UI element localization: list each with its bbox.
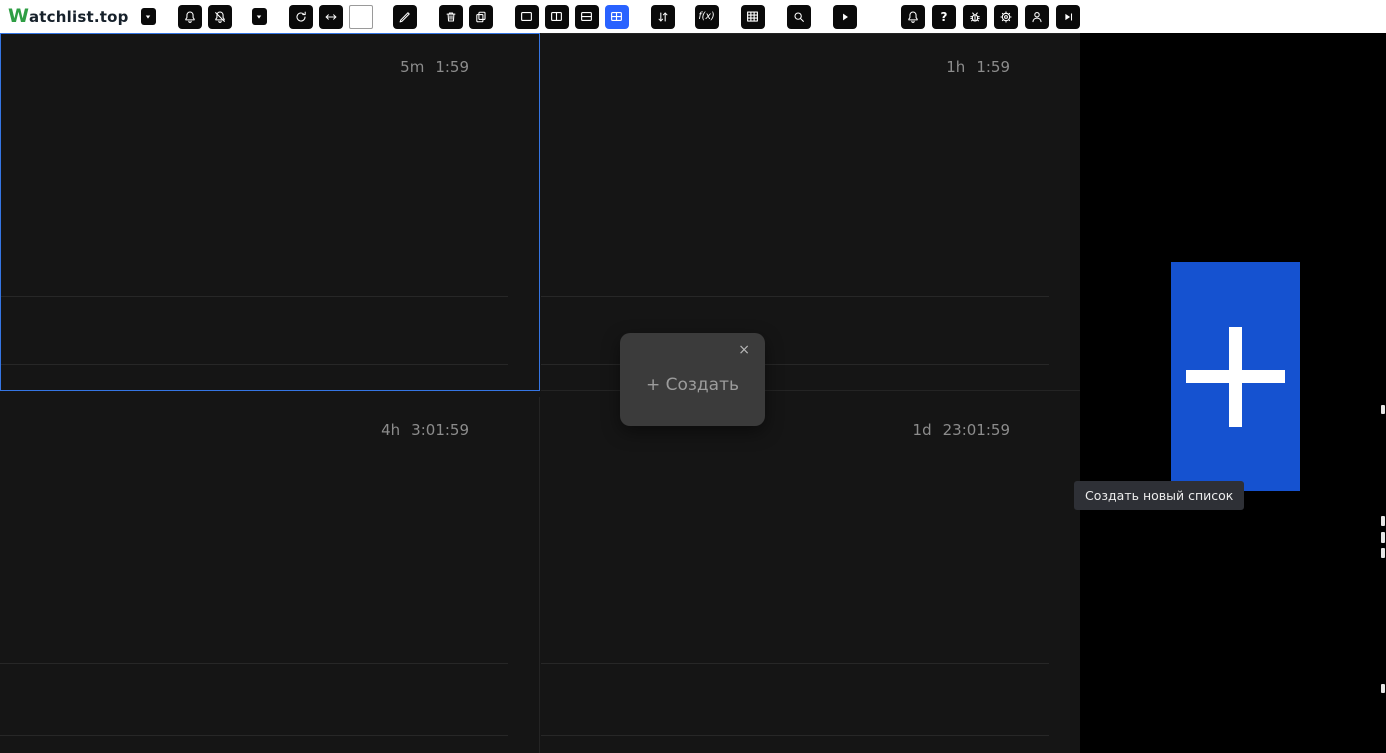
indicators-button[interactable]: f(x) [695, 5, 719, 29]
sort-button[interactable] [651, 5, 675, 29]
clipped-edge-text [1381, 684, 1385, 693]
alerts-off-button[interactable] [208, 5, 232, 29]
chart-pane-4h[interactable]: 4h 3:01:59 [0, 397, 540, 753]
screener-table-button[interactable] [741, 5, 765, 29]
pane-timeframe: 1d [913, 421, 932, 439]
bell-icon [183, 10, 197, 24]
layout-two-rows-icon [579, 9, 594, 24]
layout-grid-4-icon [609, 9, 624, 24]
caret-down-icon [254, 12, 264, 22]
background-color-swatch[interactable] [349, 5, 373, 29]
logo-text: atchlist.top [29, 8, 129, 26]
sort-arrows-icon [656, 10, 670, 24]
delete-button[interactable] [439, 5, 463, 29]
layout-grid-4-button[interactable] [605, 5, 629, 29]
pane-timeframe: 5m [400, 58, 424, 76]
pane-label: 1h 1:59 [946, 58, 1010, 76]
top-toolbar: Watchlist.top f(x) [0, 0, 1386, 33]
copy-icon [474, 10, 488, 24]
logo-letter: W [8, 7, 29, 26]
pane-divider [1, 364, 508, 365]
function-fx-icon: f(x) [698, 12, 714, 22]
play-next-icon [1061, 10, 1075, 24]
create-button[interactable]: + Создать [620, 375, 765, 395]
pane-countdown: 3:01:59 [411, 421, 469, 439]
play-icon [838, 10, 852, 24]
report-bug-button[interactable] [963, 5, 987, 29]
refresh-button[interactable] [289, 5, 313, 29]
help-button[interactable]: ? [932, 5, 956, 29]
profile-button[interactable] [1025, 5, 1049, 29]
help-icon: ? [941, 11, 948, 23]
tooltip: Создать новый список [1074, 481, 1244, 510]
search-button[interactable] [787, 5, 811, 29]
clipped-edge-text [1381, 548, 1385, 558]
chart-pane-1d[interactable]: 1d 23:01:59 [541, 397, 1080, 753]
collapse-panel-button[interactable] [1056, 5, 1080, 29]
width-arrows-button[interactable] [319, 5, 343, 29]
alerts-button[interactable] [178, 5, 202, 29]
arrows-horizontal-icon [324, 10, 338, 24]
pane-timeframe: 1h [946, 58, 965, 76]
layout-two-columns-button[interactable] [545, 5, 569, 29]
alerts-dropdown-button[interactable] [252, 8, 267, 25]
pane-divider [541, 663, 1049, 664]
pane-label: 1d 23:01:59 [913, 421, 1010, 439]
refresh-icon [294, 10, 308, 24]
plus-icon [1186, 370, 1285, 383]
notifications-button[interactable] [901, 5, 925, 29]
watchlist-sidebar [1080, 33, 1386, 753]
create-popup: × + Создать [620, 333, 765, 426]
pane-divider [0, 735, 508, 736]
trash-icon [444, 10, 458, 24]
clipped-edge-text [1381, 516, 1385, 526]
app-logo[interactable]: Watchlist.top [8, 7, 129, 26]
list-dropdown-button[interactable] [141, 8, 156, 25]
layout-single-button[interactable] [515, 5, 539, 29]
clipped-edge-text [1381, 532, 1385, 543]
copy-button[interactable] [469, 5, 493, 29]
table-grid-icon [745, 9, 760, 24]
bell-icon [906, 10, 920, 24]
multichart-grid: 5m 1:59 1h 1:59 4h 3:01:59 1d 23:01:59 [0, 33, 1080, 753]
pane-divider [541, 735, 1049, 736]
pane-label: 4h 3:01:59 [381, 421, 469, 439]
clipped-edge-text [1381, 405, 1385, 414]
person-icon [1030, 10, 1044, 24]
close-icon[interactable]: × [738, 343, 750, 357]
drawing-tool-button[interactable] [393, 5, 417, 29]
gear-icon [999, 10, 1013, 24]
pane-countdown: 1:59 [976, 58, 1010, 76]
bug-icon [968, 10, 982, 24]
caret-down-icon [143, 12, 153, 22]
pane-divider [541, 364, 1049, 365]
create-list-button[interactable] [1171, 262, 1300, 491]
ruler-pencil-icon [398, 10, 412, 24]
pane-divider [1, 296, 508, 297]
pane-countdown: 1:59 [435, 58, 469, 76]
pane-divider [0, 663, 508, 664]
pane-countdown: 23:01:59 [943, 421, 1010, 439]
layout-two-rows-button[interactable] [575, 5, 599, 29]
toolbar-right-cluster: ? [895, 5, 1080, 29]
play-button[interactable] [833, 5, 857, 29]
pane-divider [541, 296, 1049, 297]
layout-two-columns-icon [549, 9, 564, 24]
pane-label: 5m 1:59 [400, 58, 469, 76]
search-icon [792, 10, 806, 24]
chart-pane-5m[interactable]: 5m 1:59 [0, 33, 540, 391]
layout-single-icon [519, 9, 534, 24]
main-area: 5m 1:59 1h 1:59 4h 3:01:59 1d 23:01:59 [0, 33, 1386, 753]
pane-timeframe: 4h [381, 421, 400, 439]
bell-slash-icon [213, 10, 227, 24]
settings-button[interactable] [994, 5, 1018, 29]
